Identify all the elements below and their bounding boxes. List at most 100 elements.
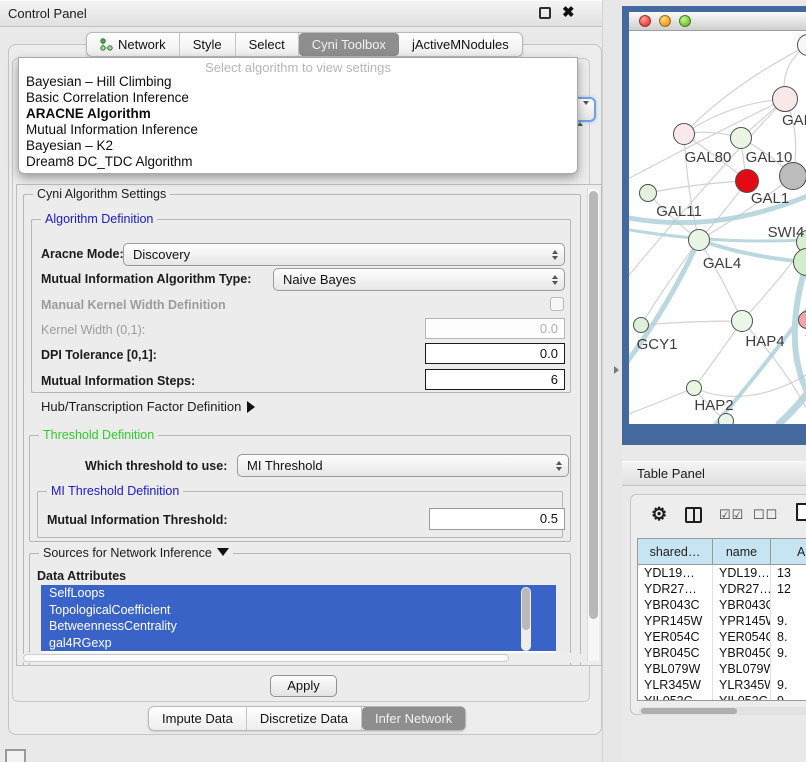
- table-cell[interactable]: 8.: [771, 629, 806, 645]
- settings-horizontal-scrollbar[interactable]: [21, 653, 583, 663]
- tab-select[interactable]: Select: [236, 33, 299, 56]
- table-cell[interactable]: 9.: [771, 613, 806, 629]
- table-row[interactable]: YER054CYER054C8.: [638, 629, 806, 645]
- table-cell[interactable]: 9.: [771, 677, 806, 693]
- columns-icon[interactable]: [685, 507, 702, 523]
- which-threshold-combobox[interactable]: MI Threshold: [237, 454, 569, 477]
- table-cell[interactable]: YPR145W: [638, 613, 713, 629]
- table-row[interactable]: YDL19…YDL19…13: [638, 565, 806, 581]
- table-cell[interactable]: YBR045C: [713, 645, 771, 661]
- unchecked-pair-icon[interactable]: ☐☐: [753, 507, 778, 523]
- table-cell[interactable]: YDL19…: [713, 565, 771, 581]
- algorithm-option[interactable]: Basic Correlation Inference: [19, 90, 577, 106]
- table-cell[interactable]: YIL052C: [713, 693, 771, 701]
- divider-grip-icon[interactable]: [614, 366, 619, 374]
- tab-cyni-toolbox[interactable]: Cyni Toolbox: [299, 33, 399, 56]
- table-cell[interactable]: YBR045C: [638, 645, 713, 661]
- table-cell[interactable]: YIL052C: [638, 693, 713, 701]
- mi-threshold-field[interactable]: 0.5: [429, 508, 565, 530]
- dpi-tolerance-field[interactable]: 0.0: [425, 343, 565, 364]
- table-cell[interactable]: YER054C: [638, 629, 713, 645]
- node-attribute-table[interactable]: shared…nameA YDL19…YDL19…13YDR27…YDR27…1…: [637, 538, 806, 701]
- document-icon[interactable]: [796, 503, 806, 521]
- attribute-list-option[interactable]: TopologicalCoefficient: [41, 602, 556, 619]
- bottom-tab-impute-data[interactable]: Impute Data: [149, 707, 247, 730]
- attribute-list-option[interactable]: gal4RGexp: [41, 635, 556, 652]
- minimize-window-icon[interactable]: [659, 15, 671, 27]
- table-cell[interactable]: YDL19…: [638, 565, 713, 581]
- network-node-gal[interactable]: [772, 86, 798, 112]
- data-attributes-list[interactable]: SelfLoopsTopologicalCoefficientBetweenne…: [41, 585, 556, 654]
- table-row[interactable]: YBR045CYBR045C9.: [638, 645, 806, 661]
- restore-panel-icon[interactable]: [5, 749, 26, 762]
- network-node-gcy1[interactable]: [633, 317, 649, 333]
- attribute-list-option[interactable]: SelfLoops: [41, 585, 556, 602]
- table-header-2[interactable]: A: [771, 539, 806, 565]
- table-cell[interactable]: [771, 661, 806, 677]
- tab-jactivemnodules[interactable]: jActiveMNodules: [399, 33, 522, 56]
- algorithm-option[interactable]: Bayesian – Hill Climbing: [19, 74, 577, 90]
- checked-pair-icon[interactable]: ☑☑: [719, 507, 744, 523]
- sources-group-title[interactable]: Sources for Network Inference: [39, 546, 233, 560]
- table-row[interactable]: YDR27…YDR27…12: [638, 581, 806, 597]
- table-hscroll-thumb[interactable]: [641, 708, 737, 714]
- network-node-hap2[interactable]: [686, 380, 702, 396]
- table-header-1[interactable]: name: [713, 539, 771, 565]
- table-row[interactable]: YPR145WYPR145W9.: [638, 613, 806, 629]
- table-cell[interactable]: 12: [771, 581, 806, 597]
- gear-icon[interactable]: ⚙: [651, 505, 667, 523]
- table-cell[interactable]: YBR043C: [713, 597, 771, 613]
- settings-hscroll-thumb[interactable]: [23, 654, 509, 662]
- kernel-width-field[interactable]: 0.0: [425, 318, 565, 339]
- table-cell[interactable]: YPR145W: [713, 613, 771, 629]
- table-cell[interactable]: [771, 597, 806, 613]
- table-cell[interactable]: YDR27…: [638, 581, 713, 597]
- table-cell[interactable]: YBL079W: [638, 661, 713, 677]
- close-window-icon[interactable]: [639, 15, 651, 27]
- tab-network[interactable]: Network: [87, 33, 180, 56]
- settings-vscroll-thumb[interactable]: [589, 191, 598, 619]
- table-header-0[interactable]: shared…: [638, 539, 713, 565]
- mi-type-combobox[interactable]: Naive Bayes: [273, 268, 565, 291]
- table-row[interactable]: YBR043CYBR043C: [638, 597, 806, 613]
- algorithm-option[interactable]: ARACNE Algorithm: [19, 106, 577, 122]
- table-row[interactable]: YLR345WYLR345W9.: [638, 677, 806, 693]
- algorithm-option[interactable]: Dream8 DC_TDC Algorithm: [19, 154, 577, 170]
- network-node-gal80[interactable]: [673, 123, 695, 145]
- bottom-tab-discretize-data[interactable]: Discretize Data: [247, 707, 362, 730]
- close-panel-icon[interactable]: ✖: [562, 3, 575, 21]
- aracne-mode-combobox[interactable]: Discovery: [123, 243, 565, 266]
- network-node[interactable]: [779, 162, 806, 190]
- table-cell[interactable]: 13: [771, 565, 806, 581]
- table-cell[interactable]: YBR043C: [638, 597, 713, 613]
- float-panel-icon[interactable]: [539, 7, 551, 19]
- apply-button[interactable]: Apply: [270, 675, 337, 697]
- algorithm-option[interactable]: Mutual Information Inference: [19, 122, 577, 138]
- mi-steps-field[interactable]: 6: [425, 369, 565, 390]
- attribute-list-option[interactable]: BetweennessCentrality: [41, 618, 556, 635]
- attributes-list-scrollbar[interactable]: [521, 587, 531, 651]
- table-cell[interactable]: YLR345W: [638, 677, 713, 693]
- table-horizontal-scrollbar[interactable]: [639, 707, 806, 715]
- table-cell[interactable]: YLR345W: [713, 677, 771, 693]
- table-cell[interactable]: 9: [771, 693, 806, 701]
- network-node-hap4[interactable]: [731, 310, 753, 332]
- network-node-gal4[interactable]: [688, 229, 710, 251]
- hub-definition-toggle[interactable]: Hub/Transcription Factor Definition: [41, 399, 255, 414]
- settings-vertical-scrollbar[interactable]: [587, 189, 599, 661]
- table-cell[interactable]: YER054C: [713, 629, 771, 645]
- zoom-window-icon[interactable]: [679, 15, 691, 27]
- table-row[interactable]: YIL052CYIL052C9: [638, 693, 806, 701]
- manual-kernel-checkbox[interactable]: [550, 297, 564, 311]
- network-node-gal11[interactable]: [639, 184, 657, 202]
- tab-style[interactable]: Style: [180, 33, 236, 56]
- bottom-tab-infer-network[interactable]: Infer Network: [362, 707, 465, 730]
- split-pane-divider[interactable]: [602, 0, 622, 762]
- network-node[interactable]: [718, 413, 734, 424]
- network-node-gal10[interactable]: [730, 127, 752, 149]
- table-cell[interactable]: 9.: [771, 645, 806, 661]
- network-canvas[interactable]: GALGAL80GAL10GAL1GAL11SWI4GAL4GCY1HAP4YH…: [629, 31, 806, 424]
- table-row[interactable]: YBL079WYBL079W: [638, 661, 806, 677]
- network-window-titlebar[interactable]: [629, 12, 806, 31]
- table-cell[interactable]: YBL079W: [713, 661, 771, 677]
